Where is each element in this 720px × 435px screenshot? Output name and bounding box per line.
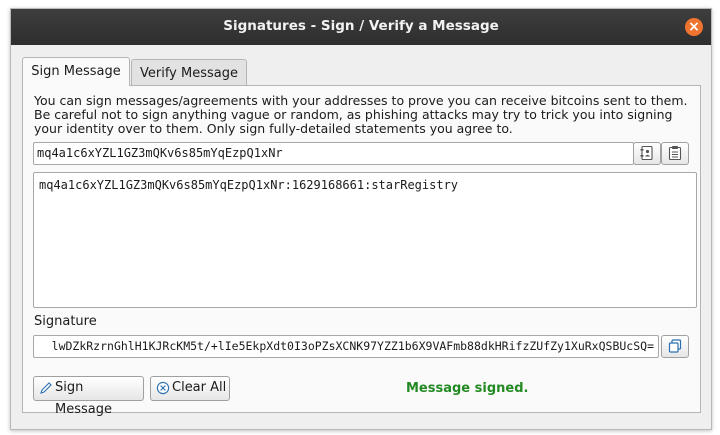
sign-info-text: You can sign messages/agreements with yo… [34,93,688,136]
pen-icon [40,382,52,394]
clear-icon [156,381,170,395]
clear-all-label: Clear All [172,380,227,395]
tab-verify-message[interactable]: Verify Message [131,59,247,87]
window-title: Signatures - Sign / Verify a Message [223,18,499,34]
message-textarea[interactable]: mq4a1c6xYZL1GZ3mQKv6s85mYqEzpQ1xNr:16291… [33,172,697,308]
address-book-icon [640,145,653,161]
signature-label: Signature [34,314,97,329]
address-field[interactable]: mq4a1c6xYZL1GZ3mQKv6s85mYqEzpQ1xNr [33,142,634,165]
signature-field[interactable]: lwDZkRzrnGhlH1KJRcKM5t/+lIe5EkpXdt0I3oPZ… [33,335,659,358]
paste-icon [668,146,682,161]
sign-message-button[interactable]: Sign Message [33,376,144,417]
sign-message-label: Sign Message [55,380,112,417]
copy-signature-button[interactable] [661,335,689,358]
signatures-dialog: Signatures - Sign / Verify a Message × S… [10,8,712,430]
clear-all-button[interactable]: Clear All [150,376,230,401]
copy-icon [668,339,682,353]
paste-button[interactable] [661,142,689,165]
tab-sign-message[interactable]: Sign Message [22,57,130,86]
sign-message-panel: You can sign messages/agreements with yo… [22,85,701,417]
signature-value: lwDZkRzrnGhlH1KJRcKM5t/+lIe5EkpXdt0I3oPZ… [51,339,654,353]
status-message: Message signed. [406,381,529,396]
title-bar: Signatures - Sign / Verify a Message × [11,9,711,45]
address-book-button[interactable] [633,142,661,165]
close-icon[interactable]: × [685,18,703,36]
